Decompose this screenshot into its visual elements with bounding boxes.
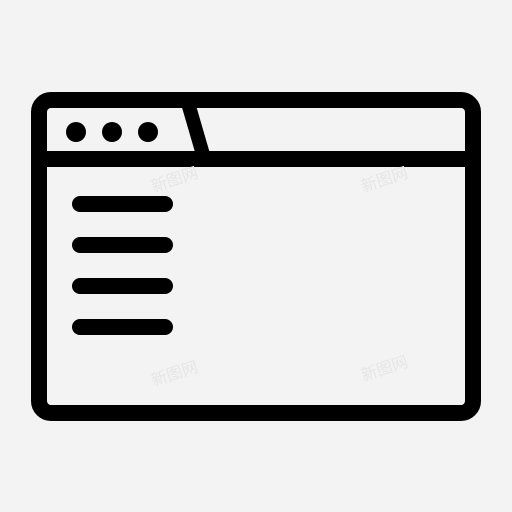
window-frame-outline xyxy=(31,92,481,421)
window-control-dot-2-icon xyxy=(102,122,122,142)
window-control-dot-3-icon xyxy=(138,122,158,142)
browser-window-sidebar-icon xyxy=(31,92,481,421)
window-control-dot-1-icon xyxy=(66,122,86,142)
tab-slant-edge xyxy=(181,101,211,160)
